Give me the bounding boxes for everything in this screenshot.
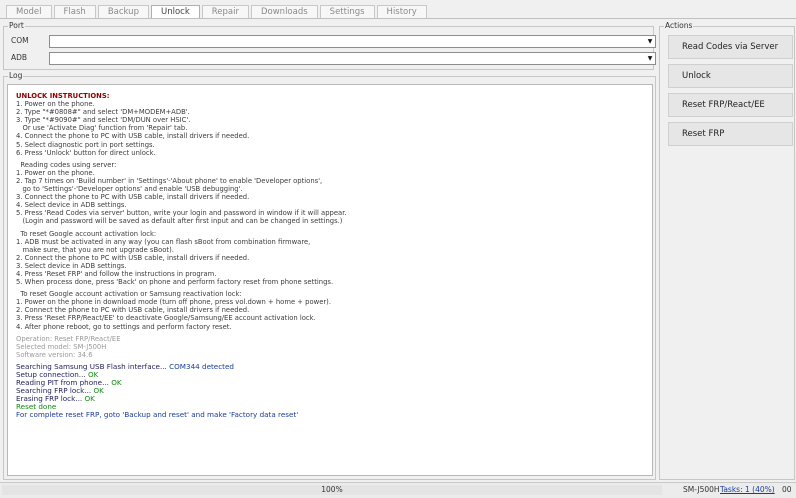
log-status-result: OK: [93, 386, 104, 396]
com-port-select[interactable]: ▼: [49, 35, 656, 48]
actions-group-title: Actions: [664, 21, 694, 31]
log-line: To reset Google account activation or Sa…: [16, 290, 242, 299]
tab-repair[interactable]: Repair: [201, 5, 249, 18]
log-line: 2. Type "*#0808#" and select 'DM+MODEM+A…: [16, 108, 190, 117]
log-status-result: COM344 detected: [169, 361, 234, 371]
port-group: Port COM ▼ ADB ▼: [3, 21, 656, 70]
tab-backup[interactable]: Backup: [97, 5, 149, 18]
log-line: 4. Connect the phone to PC with USB cabl…: [16, 132, 250, 141]
log-line: 1. Power on the phone in download mode (…: [16, 298, 331, 307]
log-status-line: Erasing FRP lock... OK: [16, 395, 652, 403]
log-line: 2. Connect the phone to PC with USB cabl…: [16, 253, 250, 262]
log-line: 3. Select device in ADB settings.: [16, 261, 127, 270]
log-status-text: For complete reset FRP, goto 'Backup and…: [16, 410, 299, 420]
log-line: 5. When process done, press 'Back' on ph…: [16, 278, 334, 287]
log-line: 4. Press 'Reset FRP' and follow the inst…: [16, 269, 217, 278]
log-line: Reading codes using server:: [16, 160, 117, 169]
log-line: Software version: 34.6: [16, 350, 93, 359]
tab-strip: Model Flash Backup Unlock Repair Downloads Set…: [6, 5, 429, 19]
actions-group: Actions Read Codes via Server Unlock Res…: [659, 21, 795, 480]
log-line: 1. ADB must be activated in any way (you…: [16, 237, 311, 246]
log-line: 1. Power on the phone.: [16, 100, 95, 109]
log-output[interactable]: UNLOCK INSTRUCTIONS: 1. Power on the phon…: [7, 84, 653, 476]
log-line: 5. Select diagnostic port in port settin…: [16, 140, 155, 149]
tasks-link[interactable]: Tasks: 1 (40%): [720, 483, 775, 497]
port-group-title: Port: [8, 21, 25, 31]
adb-label: ADB: [11, 53, 28, 62]
progress-bar: 100%: [2, 485, 662, 495]
log-line: Selected model: SM-J500H: [16, 342, 107, 351]
tab-settings[interactable]: Settings: [319, 5, 375, 18]
chevron-down-icon[interactable]: ▼: [646, 54, 654, 63]
log-line: 2. Connect the phone to PC with USB cabl…: [16, 306, 250, 315]
com-label: COM: [11, 36, 29, 45]
log-line: Operation: Reset FRP/React/EE: [16, 334, 121, 343]
log-line: 1. Power on the phone.: [16, 168, 95, 177]
tab-unlock[interactable]: Unlock: [150, 5, 200, 18]
log-line: 5. Press 'Read Codes via server' button,…: [16, 209, 347, 218]
log-line: Or use 'Activate Diag' function from 'Re…: [16, 124, 188, 133]
log-status-line: For complete reset FRP, goto 'Backup and…: [16, 411, 652, 419]
tab-model[interactable]: Model: [6, 5, 52, 18]
log-line: 6. Press 'Unlock' button for direct unlo…: [16, 148, 156, 157]
tab-history[interactable]: History: [376, 5, 427, 18]
tab-divider: [0, 18, 796, 19]
adb-device-select[interactable]: ▼: [49, 52, 656, 65]
log-line: To reset Google account activation lock:: [16, 229, 157, 238]
log-line: (Login and password will be saved as def…: [16, 217, 343, 226]
log-status-result: OK: [84, 394, 95, 404]
log-group-title: Log: [8, 71, 24, 81]
reset-frp-button[interactable]: Reset FRP: [668, 122, 793, 146]
read-codes-via-server-button[interactable]: Read Codes via Server: [668, 35, 793, 59]
chevron-down-icon[interactable]: ▼: [646, 37, 654, 46]
log-line: make sure, that you are not upgrade sBoo…: [16, 245, 174, 254]
log-line: 2. Tap 7 times on 'Build number' in 'Set…: [16, 176, 323, 185]
status-bar: 100% SM-J500H Tasks: 1 (40%) 00: [0, 482, 796, 498]
status-time: 00: [782, 485, 792, 494]
log-group: Log UNLOCK INSTRUCTIONS: 1. Power on the …: [3, 71, 656, 480]
log-line: 3. Press 'Reset FRP/React/EE' to deactiv…: [16, 314, 316, 323]
log-line: UNLOCK INSTRUCTIONS:: [16, 92, 110, 100]
log-text: UNLOCK INSTRUCTIONS: 1. Power on the phon…: [8, 85, 652, 420]
log-status-line: Searching Samsung USB Flash interface...…: [16, 361, 652, 371]
log-status-line: Searching FRP lock... OK: [16, 387, 652, 395]
log-line: 4. Select device in ADB settings.: [16, 201, 127, 210]
log-status-result: OK: [111, 378, 122, 388]
log-line: 3. Connect the phone to PC with USB cabl…: [16, 193, 250, 202]
tab-flash[interactable]: Flash: [53, 5, 96, 18]
log-line: 4. After phone reboot, go to settings an…: [16, 322, 232, 331]
tab-downloads[interactable]: Downloads: [250, 5, 318, 18]
log-status-line: Reading PIT from phone... OK: [16, 379, 652, 387]
log-line: go to 'Settings'-'Developer options' and…: [16, 185, 243, 194]
reset-frp-react-ee-button[interactable]: Reset FRP/React/EE: [668, 93, 793, 117]
log-line: 3. Type "*#9090#" and select 'DM/DUN ove…: [16, 116, 191, 125]
unlock-button[interactable]: Unlock: [668, 64, 793, 88]
status-model: SM-J500H: [683, 485, 720, 494]
